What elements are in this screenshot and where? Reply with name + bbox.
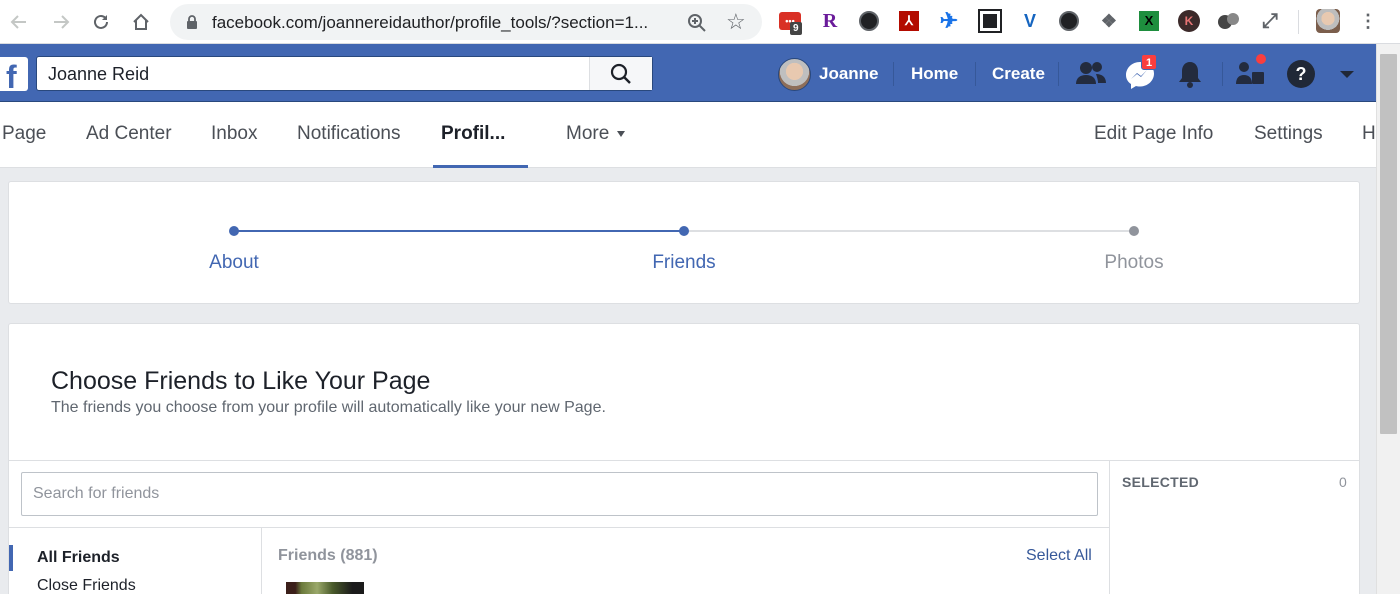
header-divider <box>1058 62 1059 86</box>
tab-inbox[interactable]: Inbox <box>211 123 257 145</box>
list-divider <box>9 527 1109 528</box>
expand-icon[interactable]: ⤢ <box>1258 8 1282 34</box>
pdf-icon[interactable]: ⅄ <box>897 8 921 34</box>
facebook-header: f Joanne Reid Joanne Home Create 1 ? <box>0 44 1376 102</box>
friend-list-all[interactable]: All Friends <box>37 549 120 567</box>
qr-icon[interactable] <box>978 8 1002 34</box>
friend-search-input[interactable] <box>21 472 1098 516</box>
mail-extension-icon[interactable]: ••• 9 <box>778 8 802 35</box>
step-dot-photos <box>1129 226 1139 236</box>
step-photos: Photos <box>1104 252 1164 273</box>
github-icon-2[interactable] <box>1057 8 1081 34</box>
quick-help-people-icon[interactable] <box>1234 52 1268 90</box>
kebab-menu-icon[interactable]: ⋮ <box>1356 8 1380 34</box>
tab-profile-tools[interactable]: Profil... <box>441 123 505 145</box>
messenger-icon[interactable]: 1 <box>1124 54 1158 90</box>
tab-page[interactable]: Page <box>2 123 46 145</box>
header-divider <box>1222 62 1223 86</box>
reload-icon[interactable] <box>86 7 116 37</box>
tab-more-label: More <box>566 123 610 144</box>
lock-icon <box>187 15 197 29</box>
friend-list-close[interactable]: Close Friends <box>37 577 136 594</box>
plane-icon[interactable]: ✈ <box>937 8 961 34</box>
create-link[interactable]: Create <box>992 64 1045 84</box>
tab-ad-center[interactable]: Ad Center <box>86 123 172 145</box>
dropbox-icon[interactable]: ❖ <box>1097 8 1121 34</box>
address-bar[interactable]: facebook.com/joannereidauthor/profile_to… <box>170 4 762 40</box>
back-icon[interactable] <box>4 7 34 37</box>
active-tab-indicator <box>433 165 528 168</box>
header-divider <box>975 62 976 86</box>
scrollbar-thumb[interactable] <box>1380 54 1397 434</box>
page-scrollbar[interactable] <box>1376 44 1400 594</box>
github-icon[interactable] <box>857 8 881 34</box>
friend-thumbnail[interactable] <box>286 582 364 594</box>
home-icon[interactable] <box>126 7 156 37</box>
notification-dot <box>1254 52 1268 66</box>
help-icon[interactable]: ? <box>1284 58 1318 90</box>
facebook-search[interactable]: Joanne Reid <box>36 56 653 91</box>
excel-icon[interactable]: X <box>1137 8 1161 34</box>
browser-toolbar: facebook.com/joannereidauthor/profile_to… <box>0 0 1400 44</box>
search-icon <box>610 63 631 84</box>
help-link[interactable]: H <box>1362 123 1376 145</box>
selected-count: 0 <box>1339 474 1347 490</box>
select-all-link[interactable]: Select All <box>1026 547 1092 565</box>
v-extension-icon[interactable]: V <box>1018 8 1042 34</box>
page-tabs: Page Ad Center Inbox Notifications Profi… <box>0 102 1376 168</box>
edit-page-info-link[interactable]: Edit Page Info <box>1094 123 1213 145</box>
choose-friends-card: Choose Friends to Like Your Page The fri… <box>8 323 1360 594</box>
sidebar-divider <box>261 528 262 594</box>
page-subtitle: The friends you choose from your profile… <box>51 399 606 416</box>
step-dot-friends <box>679 226 689 236</box>
step-about[interactable]: About <box>154 252 314 274</box>
r-extension-icon[interactable]: R <box>818 8 842 34</box>
account-menu-caret-icon[interactable] <box>1336 58 1358 90</box>
step-dot-about <box>229 226 239 236</box>
forward-icon[interactable] <box>46 7 76 37</box>
k-extension-icon[interactable]: K <box>1177 8 1201 34</box>
bookmark-star-icon[interactable]: ☆ <box>726 9 746 35</box>
home-link[interactable]: Home <box>911 64 958 84</box>
toolbar-divider <box>1298 10 1299 34</box>
notifications-bell-icon[interactable] <box>1174 58 1208 90</box>
section-divider <box>9 460 1359 461</box>
progress-track-pending <box>684 230 1134 232</box>
facebook-search-input[interactable]: Joanne Reid <box>48 64 149 85</box>
tab-more[interactable]: More <box>566 123 626 145</box>
svg-text:?: ? <box>1296 64 1307 84</box>
profile-link[interactable]: Joanne <box>778 57 879 91</box>
facebook-logo[interactable]: f <box>0 57 28 95</box>
avatar <box>778 57 811 91</box>
settings-link[interactable]: Settings <box>1254 123 1323 145</box>
friends-count-heading: Friends (881) <box>278 547 378 564</box>
setup-progress: About Friends Photos <box>8 181 1360 304</box>
active-list-marker <box>9 545 13 571</box>
tab-notifications[interactable]: Notifications <box>297 123 401 145</box>
user-name: Joanne <box>819 64 879 83</box>
header-divider <box>893 62 894 86</box>
friend-requests-icon[interactable] <box>1074 58 1108 90</box>
selected-panel-divider <box>1109 460 1110 594</box>
profile-avatar[interactable] <box>1316 8 1340 34</box>
step-friends[interactable]: Friends <box>604 252 764 274</box>
url-text: facebook.com/joannereidauthor/profile_to… <box>212 13 649 32</box>
caret-down-icon <box>617 130 626 137</box>
page-title: Choose Friends to Like Your Page <box>51 367 431 395</box>
selected-heading: SELECTED <box>1122 474 1200 490</box>
progress-track-done <box>234 230 684 232</box>
zoom-icon[interactable] <box>686 12 708 34</box>
extension-badge: 9 <box>790 22 802 35</box>
search-button[interactable] <box>589 57 652 90</box>
spheres-icon[interactable] <box>1218 8 1242 34</box>
messenger-badge: 1 <box>1141 54 1157 70</box>
